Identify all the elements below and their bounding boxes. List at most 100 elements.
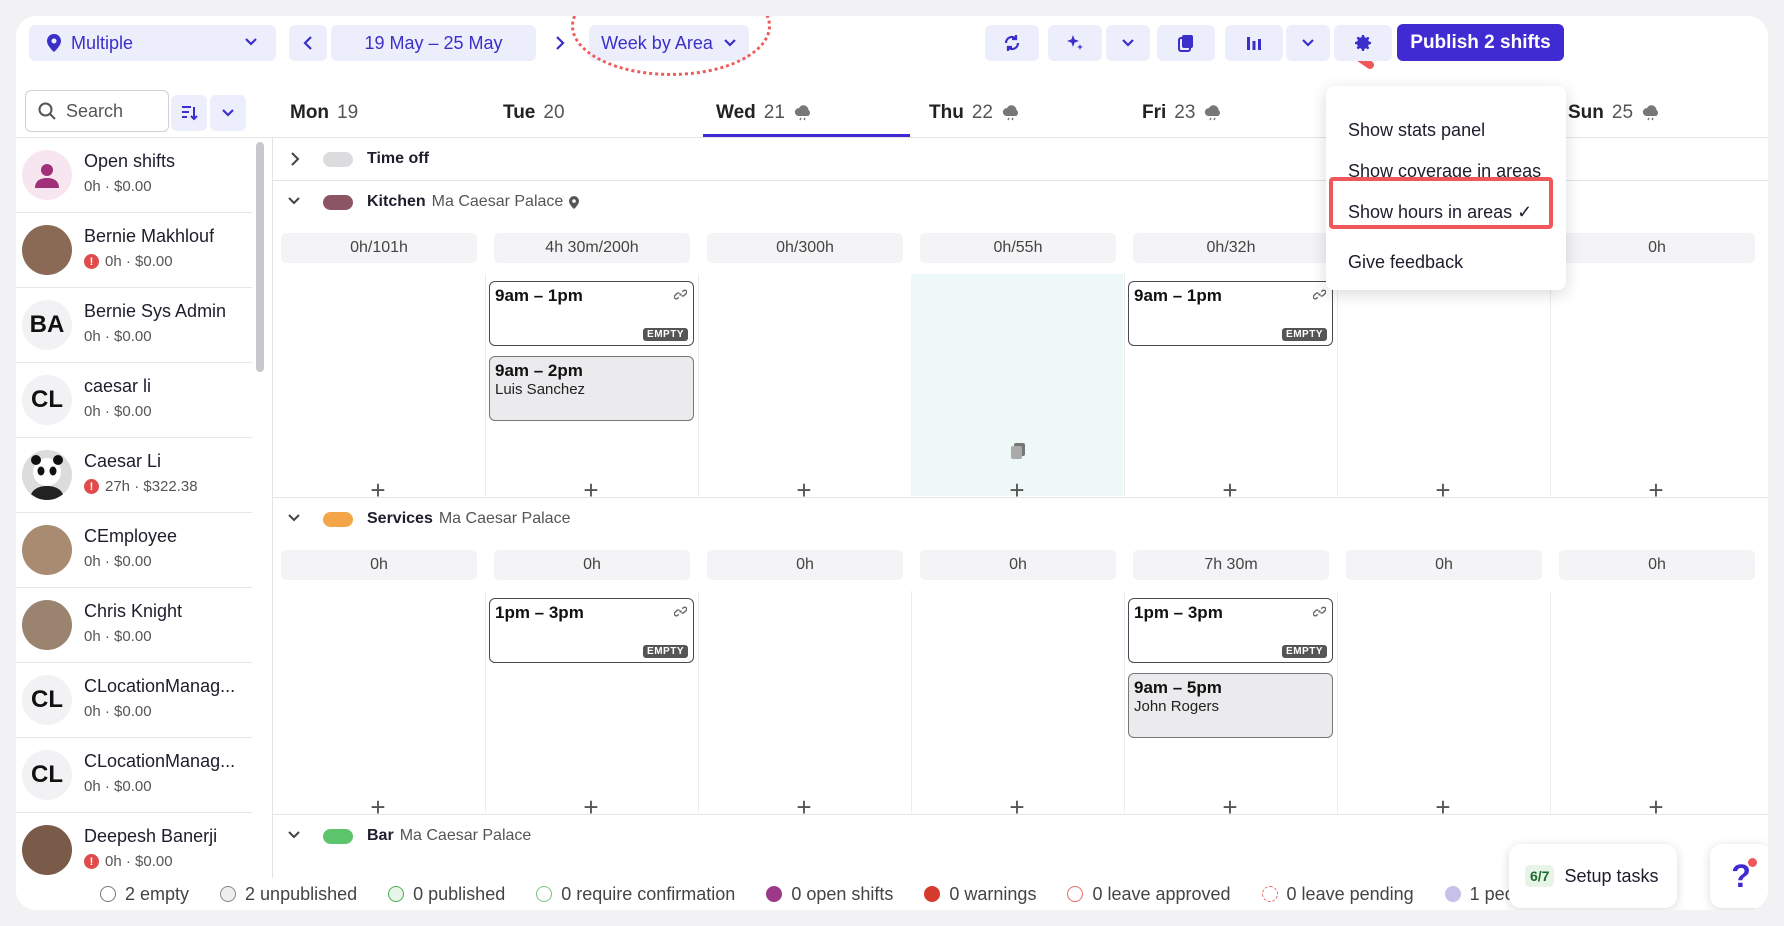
avatar	[22, 150, 72, 200]
published-dot-icon	[388, 886, 405, 902]
employee-row[interactable]: CEmployee 0h · $0.00	[16, 513, 252, 588]
sort-button[interactable]	[171, 95, 207, 131]
legend-open-shifts[interactable]: 0 open shifts	[766, 884, 893, 905]
chevron-down-icon	[1302, 39, 1314, 47]
shift-card[interactable]: 1pm – 3pm EMPTY	[489, 598, 694, 663]
date-range-label: 19 May – 25 May	[364, 32, 503, 53]
area-kitchen[interactable]: Kitchen Ma Caesar Palace	[323, 193, 580, 211]
setup-tasks-button[interactable]: 6/7 Setup tasks	[1509, 844, 1677, 908]
menu-item-show-stats-panel[interactable]: Show stats panel	[1348, 120, 1485, 141]
chevron-down-icon	[222, 109, 234, 117]
help-button[interactable]: ?	[1710, 844, 1768, 908]
day-header-wed[interactable]: Wed 21	[716, 102, 813, 124]
employee-row[interactable]: Bernie Makhlouf ! 0h · $0.00	[16, 213, 252, 288]
employee-name: Deepesh Banerji	[84, 826, 218, 846]
day-header-tue[interactable]: Tue 20	[503, 102, 565, 124]
leave-pending-dot-icon	[1261, 886, 1278, 902]
employee-row[interactable]: Open shifts 0h · $0.00	[16, 138, 252, 213]
row-divider	[273, 497, 1768, 498]
stats-button[interactable]	[1225, 25, 1283, 61]
employee-row[interactable]: Caesar Li ! 27h · $322.38	[16, 438, 252, 513]
empty-dot-icon	[100, 886, 116, 902]
area-time-off[interactable]: Time off	[323, 150, 435, 168]
employee-hours: 0h · $0.00	[84, 403, 152, 420]
shift-card[interactable]: 9am – 1pm EMPTY	[489, 281, 694, 346]
employee-hours: 0h · $0.00	[84, 703, 152, 720]
grid-line	[485, 591, 486, 813]
legend-published[interactable]: 0 published	[388, 884, 505, 905]
area-hours-total: 0h	[707, 550, 903, 580]
day-header-mon[interactable]: Mon 19	[290, 102, 358, 124]
copy-button[interactable]	[1157, 25, 1215, 61]
shift-card[interactable]: 1pm – 3pm EMPTY	[1128, 598, 1333, 663]
unavailable-dot-icon	[1444, 886, 1461, 902]
chevron-down-icon[interactable]	[287, 196, 301, 206]
stats-menu-button[interactable]	[1286, 25, 1330, 61]
legend-leave-pending[interactable]: 0 leave pending	[1261, 884, 1414, 905]
legend-empty[interactable]: 2 empty	[100, 884, 189, 905]
employee-row[interactable]: Chris Knight 0h · $0.00	[16, 588, 252, 663]
employee-row[interactable]: CL caesar li 0h · $0.00	[16, 363, 252, 438]
employee-hours: ! 0h · $0.00	[84, 853, 173, 870]
employee-hours: 0h · $0.00	[84, 328, 152, 345]
avatar	[22, 600, 72, 650]
sparkle-icon	[1067, 35, 1083, 50]
area-hours-total: 7h 30m	[1133, 550, 1329, 580]
warning-icon: !	[84, 479, 99, 494]
location-select[interactable]: Multiple	[29, 25, 276, 61]
grid-line	[1124, 591, 1125, 813]
day-header-sun[interactable]: Sun 25	[1568, 102, 1661, 124]
area-bar[interactable]: Bar Ma Caesar Palace	[323, 827, 531, 845]
sidebar-scrollbar[interactable]	[256, 142, 264, 372]
warning-dot-icon	[924, 886, 941, 902]
leave-approved-dot-icon	[1067, 886, 1084, 902]
avatar	[22, 225, 72, 275]
grid-line	[698, 591, 699, 813]
today-column-highlight	[911, 274, 1123, 496]
legend-unpublished[interactable]: 2 unpublished	[220, 884, 357, 905]
area-hours-total: 0h	[1559, 233, 1755, 263]
employee-hours: 0h · $0.00	[84, 553, 152, 570]
employee-name: CLocationManag...	[84, 676, 236, 696]
empty-badge: EMPTY	[1282, 328, 1327, 341]
publish-button[interactable]: Publish 2 shifts	[1397, 24, 1564, 61]
date-range-button[interactable]: 19 May – 25 May	[331, 25, 536, 61]
legend-require-confirmation[interactable]: 0 require confirmation	[536, 884, 735, 905]
employee-row[interactable]: Deepesh Banerji ! 0h · $0.00	[16, 813, 252, 878]
chevron-down-icon[interactable]	[287, 830, 301, 840]
grid-line	[1337, 591, 1338, 813]
auto-schedule-menu-button[interactable]	[1106, 25, 1150, 61]
area-services[interactable]: Services Ma Caesar Palace	[323, 510, 570, 528]
weather-icon	[1642, 105, 1659, 121]
gear-icon	[1355, 35, 1371, 51]
chevron-right-icon[interactable]	[290, 152, 300, 166]
legend-warnings[interactable]: 0 warnings	[924, 884, 1036, 905]
day-header-fri[interactable]: Fri 23	[1142, 102, 1223, 124]
settings-button[interactable]	[1334, 25, 1392, 61]
legend-leave-approved[interactable]: 0 leave approved	[1067, 884, 1231, 905]
warning-icon: !	[84, 854, 99, 869]
notification-dot	[1748, 858, 1757, 867]
shift-card[interactable]: 9am – 2pm Luis Sanchez	[489, 356, 694, 421]
annotation-dotted-circle	[571, 16, 771, 76]
sidebar-divider	[272, 138, 273, 878]
paste-icon[interactable]	[1010, 442, 1026, 460]
shift-card[interactable]: 9am – 1pm EMPTY	[1128, 281, 1333, 346]
day-header-thu[interactable]: Thu 22	[929, 102, 1021, 124]
employee-row[interactable]: BA Bernie Sys Admin 0h · $0.00	[16, 288, 252, 363]
menu-item-give-feedback[interactable]: Give feedback	[1348, 252, 1463, 273]
refresh-button[interactable]	[985, 25, 1039, 61]
chevron-down-icon[interactable]	[287, 513, 301, 523]
search-input[interactable]: Search	[25, 90, 169, 132]
employee-name: Bernie Makhlouf	[84, 226, 215, 246]
confirm-dot-icon	[536, 886, 553, 902]
auto-schedule-button[interactable]	[1048, 25, 1102, 61]
prev-week-button[interactable]	[289, 25, 327, 61]
employee-name: CEmployee	[84, 526, 178, 546]
employee-row[interactable]: CL CLocationManag... 0h · $0.00	[16, 663, 252, 738]
employee-row[interactable]: CL CLocationManag... 0h · $0.00	[16, 738, 252, 813]
filter-menu-button[interactable]	[210, 95, 246, 131]
grid-line	[1550, 274, 1551, 496]
location-label: Multiple	[71, 32, 134, 53]
shift-card[interactable]: 9am – 5pm John Rogers	[1128, 673, 1333, 738]
